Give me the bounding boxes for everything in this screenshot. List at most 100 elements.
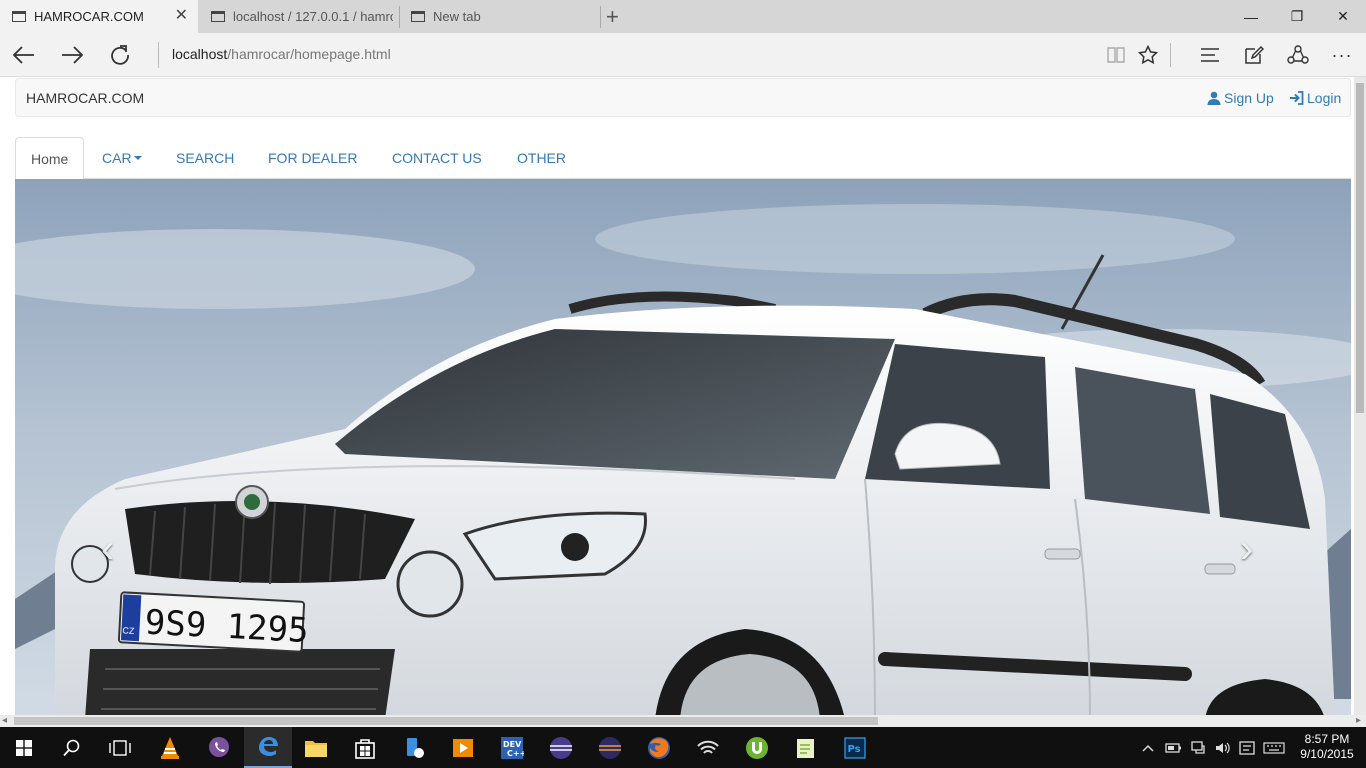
reading-view-icon — [1107, 47, 1125, 63]
phone-icon — [407, 737, 424, 758]
new-tab-button[interactable]: + — [606, 4, 619, 30]
star-icon — [1138, 45, 1158, 65]
tab-title: localhost / 127.0.0.1 / hamroc — [233, 9, 393, 24]
start-button[interactable] — [0, 727, 48, 768]
tab-title: HAMROCAR.COM — [34, 9, 144, 24]
photoshop-icon: Ps — [844, 736, 866, 759]
page-icon — [211, 11, 225, 22]
folder-icon — [305, 740, 327, 757]
vertical-scrollbar[interactable] — [1354, 77, 1366, 715]
ime-icon[interactable] — [1239, 740, 1255, 755]
media-player-app[interactable] — [439, 727, 487, 768]
favorite-button[interactable] — [1133, 40, 1163, 70]
keyboard-icon[interactable] — [1263, 741, 1285, 754]
signup-link[interactable]: Sign Up — [1207, 90, 1274, 106]
tab-other[interactable]: OTHER — [502, 137, 581, 179]
scroll-right-arrow-icon[interactable]: ▸ — [1356, 715, 1361, 727]
signup-label: Sign Up — [1224, 90, 1274, 106]
scroll-thumb[interactable] — [1356, 83, 1364, 413]
svg-text:Ps: Ps — [848, 744, 861, 755]
phone-companion-app[interactable] — [390, 727, 438, 768]
windows-taskbar: DEV C++ Ps 8:57 PM 9/10/2015 — [0, 727, 1366, 768]
clock-date: 9/10/2015 — [1300, 747, 1354, 761]
site-navbar: HAMROCAR.COM Sign Up Login — [15, 78, 1351, 117]
main-nav-tabs: Home CAR SEARCH FOR DEALER CONTACT US OT… — [15, 137, 1351, 180]
battery-icon[interactable] — [1165, 742, 1183, 754]
site-brand[interactable]: HAMROCAR.COM — [26, 90, 144, 106]
horizontal-scrollbar[interactable]: ◂ ▸ — [0, 715, 1366, 727]
pen-note-icon — [1245, 45, 1264, 64]
task-view-button[interactable] — [96, 727, 144, 768]
svg-text:DEV: DEV — [503, 740, 522, 749]
tab-car-label: CAR — [102, 150, 132, 166]
minimize-button[interactable]: — — [1228, 0, 1274, 33]
search-icon — [63, 739, 80, 756]
notepad-plus-app[interactable] — [782, 727, 830, 768]
eclipse-app[interactable] — [537, 727, 585, 768]
volume-icon[interactable] — [1215, 741, 1231, 755]
wifi-app[interactable] — [684, 727, 732, 768]
hub-icon — [1201, 48, 1219, 62]
devc-app[interactable]: DEV C++ — [488, 727, 536, 768]
firefox-app[interactable] — [635, 727, 683, 768]
carousel-next-button[interactable]: › — [1240, 529, 1253, 569]
chevron-up-icon[interactable] — [1142, 744, 1154, 752]
system-tray — [1142, 727, 1285, 768]
page-icon — [411, 11, 425, 22]
forward-button[interactable] — [57, 40, 87, 70]
store-bag-icon — [355, 738, 375, 759]
eclipse-app-2[interactable] — [586, 727, 634, 768]
address-bar-area: localhost/hamrocar/homepage.html ··· — [0, 33, 1366, 77]
share-button[interactable] — [1283, 40, 1313, 70]
browser-tab-hamrocar[interactable]: HAMROCAR.COM ✕ — [0, 0, 198, 33]
hero-carousel: CZ 9S9 1295 ‹ › — [15, 179, 1351, 715]
utorrent-app[interactable] — [733, 727, 781, 768]
devc-icon: DEVC++ — [501, 736, 524, 759]
wifi-icon — [697, 740, 719, 754]
windows-logo-icon — [16, 739, 32, 756]
url-host: localhost — [172, 46, 228, 62]
viber-app[interactable] — [195, 727, 243, 768]
scroll-left-arrow-icon[interactable]: ◂ — [2, 715, 7, 727]
login-link[interactable]: Login — [1289, 90, 1341, 106]
url-field[interactable]: localhost/hamrocar/homepage.html — [172, 46, 391, 62]
svg-text:C++: C++ — [507, 749, 524, 758]
tab-title: New tab — [433, 9, 481, 24]
file-explorer-app[interactable] — [292, 727, 340, 768]
edge-app[interactable] — [244, 727, 292, 768]
store-app[interactable] — [341, 727, 389, 768]
eclipse-icon — [599, 736, 621, 759]
browser-tab-new[interactable]: New tab — [399, 0, 599, 33]
refresh-button[interactable] — [105, 40, 135, 70]
browser-tab-localhost[interactable]: localhost / 127.0.0.1 / hamroc — [199, 0, 399, 33]
vlc-app[interactable] — [146, 727, 194, 768]
tab-car[interactable]: CAR — [87, 137, 157, 179]
close-tab-icon[interactable]: ✕ — [175, 8, 188, 24]
scroll-thumb[interactable] — [14, 717, 878, 725]
more-button[interactable]: ··· — [1327, 40, 1357, 70]
network-icon[interactable] — [1191, 740, 1207, 755]
tab-for-dealer[interactable]: FOR DEALER — [253, 137, 372, 179]
url-path: /hamrocar/homepage.html — [227, 46, 391, 62]
plate-country-text: CZ — [122, 625, 135, 636]
taskbar-clock[interactable]: 8:57 PM 9/10/2015 — [1296, 732, 1358, 762]
carousel-prev-button[interactable]: ‹ — [101, 529, 114, 569]
tab-search[interactable]: SEARCH — [161, 137, 249, 179]
close-window-button[interactable]: ✕ — [1320, 0, 1366, 33]
hub-button[interactable] — [1195, 40, 1225, 70]
photoshop-app[interactable]: Ps — [831, 727, 879, 768]
web-note-button[interactable] — [1239, 40, 1269, 70]
edge-icon — [259, 736, 278, 756]
reading-view-button[interactable] — [1101, 40, 1131, 70]
tab-home[interactable]: Home — [15, 137, 85, 180]
task-view-icon — [109, 739, 131, 756]
back-button[interactable] — [9, 40, 39, 70]
eclipse-icon — [550, 736, 572, 759]
tab-contact-us[interactable]: CONTACT US — [377, 137, 497, 179]
restore-button[interactable]: ❐ — [1274, 0, 1320, 33]
share-icon — [1287, 45, 1309, 64]
firefox-icon — [648, 736, 670, 759]
search-button[interactable] — [48, 727, 96, 768]
page-viewport: HAMROCAR.COM Sign Up Login Home CAR SEAR… — [0, 77, 1354, 715]
refresh-icon — [111, 45, 129, 65]
